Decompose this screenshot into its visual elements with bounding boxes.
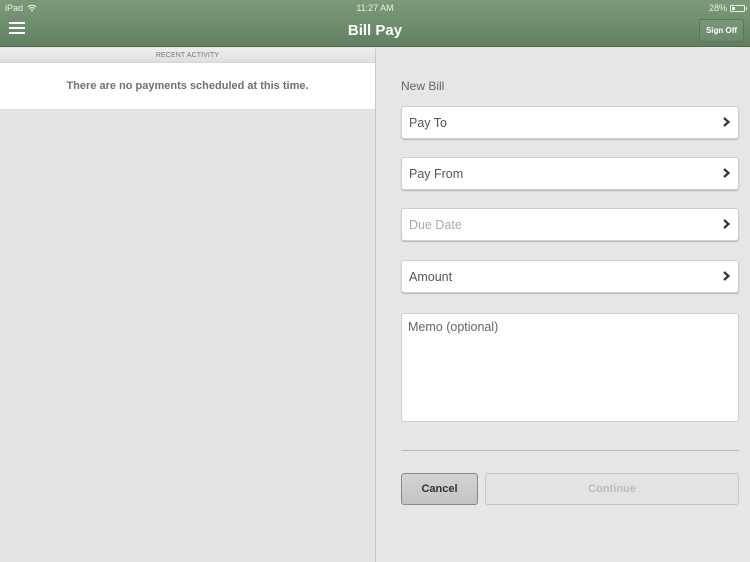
pay-to-field[interactable]: Pay To bbox=[401, 106, 739, 139]
page-title: Bill Pay bbox=[347, 22, 403, 39]
form-divider bbox=[401, 450, 739, 451]
top-navigation-bar: iPad 11:27 AM 28% Bill Pay Sign Off bbox=[0, 0, 750, 47]
chevron-right-icon bbox=[723, 271, 731, 281]
empty-state-message: There are no payments scheduled at this … bbox=[0, 63, 375, 110]
battery-icon bbox=[730, 4, 747, 12]
status-time: 11:27 AM bbox=[356, 3, 394, 13]
battery-percent: 28% bbox=[708, 3, 727, 13]
cancel-button[interactable]: Cancel bbox=[401, 473, 478, 505]
recent-activity-pane: RECENT ACTIVITY There are no payments sc… bbox=[0, 48, 375, 562]
new-bill-heading: New Bill bbox=[401, 79, 445, 93]
recent-activity-header: RECENT ACTIVITY bbox=[0, 48, 375, 63]
chevron-right-icon bbox=[723, 219, 731, 229]
sign-off-button[interactable]: Sign Off bbox=[699, 19, 744, 42]
empty-state-text: There are no payments scheduled at this … bbox=[66, 80, 309, 92]
field-label: Amount bbox=[409, 270, 453, 284]
memo-textarea[interactable] bbox=[401, 313, 739, 422]
new-bill-pane: New Bill Pay To Pay From Due Date Amount… bbox=[376, 48, 750, 562]
chevron-right-icon bbox=[723, 168, 731, 178]
field-label: Due Date bbox=[409, 218, 462, 232]
chevron-right-icon bbox=[723, 117, 731, 127]
amount-field[interactable]: Amount bbox=[401, 260, 739, 293]
field-label: Pay From bbox=[409, 167, 464, 181]
status-bar-right: 28% bbox=[708, 3, 747, 13]
continue-button[interactable]: Continue bbox=[485, 473, 739, 505]
pay-from-field[interactable]: Pay From bbox=[401, 157, 739, 190]
field-label: Pay To bbox=[409, 116, 447, 130]
due-date-field[interactable]: Due Date bbox=[401, 208, 739, 241]
